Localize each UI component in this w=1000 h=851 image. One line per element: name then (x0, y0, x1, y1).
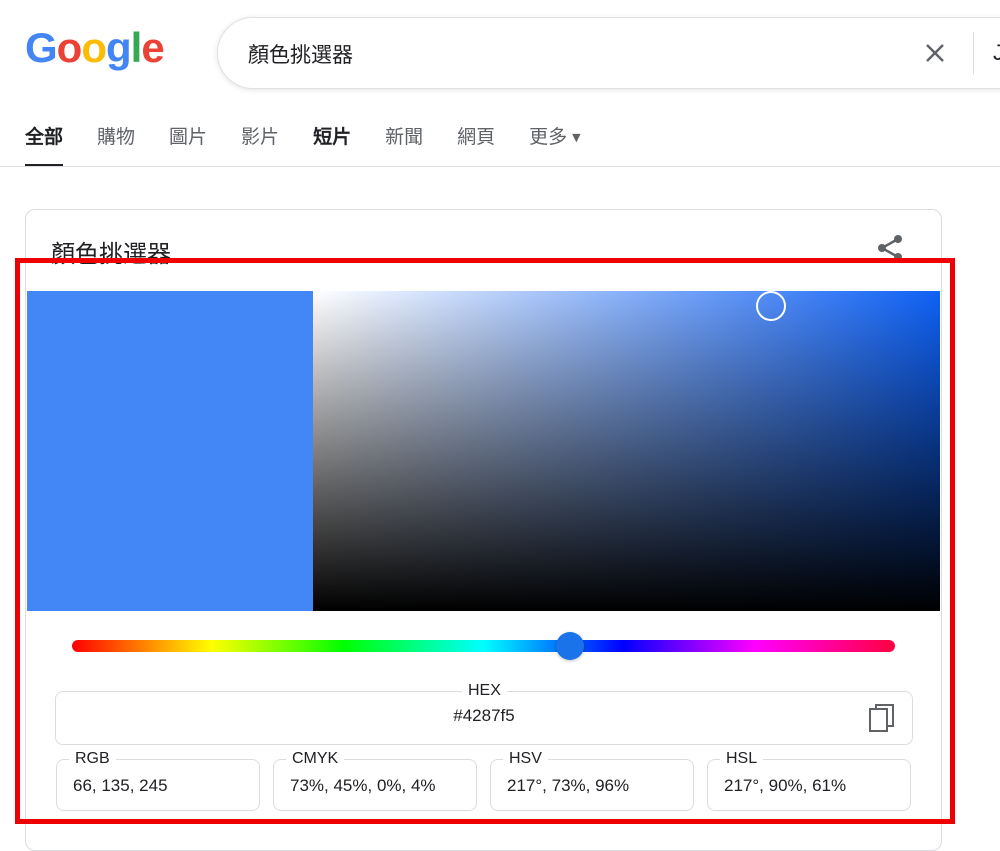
tab-news[interactable]: 新聞 (385, 124, 423, 167)
tabs-divider (0, 166, 1000, 167)
card-title: 顏色挑選器 (51, 240, 171, 268)
saturation-value-handle[interactable] (756, 291, 786, 321)
hex-field: HEX (55, 682, 913, 745)
tab-images[interactable]: 圖片 (169, 124, 207, 167)
share-icon[interactable] (874, 232, 906, 264)
rgb-field: RGB (56, 750, 260, 811)
copy-icon[interactable] (868, 702, 896, 734)
clear-icon[interactable] (918, 36, 952, 70)
hex-label: HEX (462, 682, 507, 700)
saturation-value-area[interactable] (313, 291, 940, 611)
tab-shorts[interactable]: 短片 (313, 124, 351, 167)
tab-web[interactable]: 網頁 (457, 124, 495, 167)
logo-letter-e: e (141, 24, 164, 71)
search-input[interactable] (246, 38, 850, 70)
cmyk-input[interactable] (290, 776, 470, 796)
hsl-input[interactable] (724, 776, 904, 796)
tab-videos[interactable]: 影片 (241, 124, 279, 167)
cmyk-field: CMYK (273, 750, 477, 811)
caret-down-icon: ▼ (572, 130, 581, 144)
logo-letter-o1: o (56, 24, 83, 71)
search-divider (973, 32, 974, 74)
hsv-label: HSV (503, 750, 548, 768)
logo-letter-l: l (130, 24, 143, 71)
color-preview-swatch (27, 291, 313, 611)
hsl-field: HSL (707, 750, 911, 811)
rgb-label: RGB (69, 750, 116, 768)
tab-more-label: 更多 (529, 126, 568, 148)
tab-more[interactable]: 更多 ▼ (529, 124, 580, 167)
cmyk-label: CMYK (286, 750, 345, 768)
hsv-input[interactable] (507, 776, 687, 796)
tab-all[interactable]: 全部 (25, 124, 64, 167)
hue-slider-handle[interactable] (556, 632, 584, 660)
rgb-input[interactable] (73, 776, 253, 796)
hex-input[interactable] (56, 706, 912, 726)
search-box: J (217, 17, 1000, 89)
logo-letter-o2: o (81, 24, 107, 71)
search-tabs: 全部 購物 圖片 影片 短片 新聞 網頁 更多 ▼ (25, 124, 615, 168)
hsl-label: HSL (720, 750, 764, 768)
hsv-field: HSV (490, 750, 694, 811)
logo-letter-g: G (25, 24, 58, 71)
hue-slider[interactable] (72, 640, 895, 652)
tab-shopping[interactable]: 購物 (97, 124, 135, 167)
voice-search-partial[interactable]: J (993, 40, 1000, 66)
logo-letter-g2: g (105, 24, 132, 71)
google-logo[interactable]: Google (25, 24, 165, 72)
